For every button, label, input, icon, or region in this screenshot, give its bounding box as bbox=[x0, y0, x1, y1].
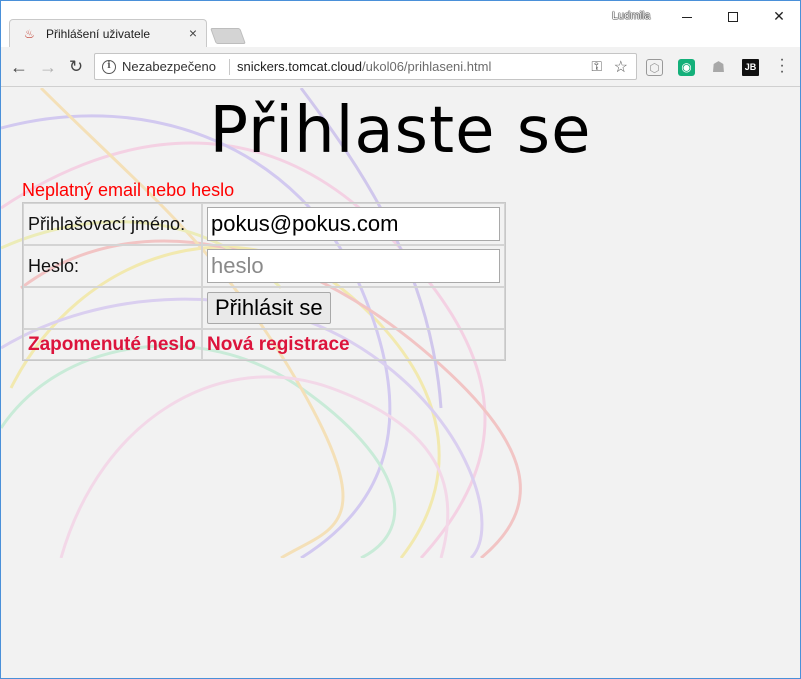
password-label: Heslo: bbox=[23, 245, 202, 287]
profile-user-label[interactable]: Ludmila bbox=[612, 10, 651, 22]
address-bar[interactable]: i Nezabezpečeno snickers.tomcat.cloud/uk… bbox=[94, 53, 637, 80]
extension-box-icon[interactable]: ⬡ bbox=[646, 59, 663, 76]
page-content: Přihlaste se Neplatný email nebo heslo P… bbox=[1, 88, 800, 678]
submit-row: Přihlásit se bbox=[23, 287, 505, 329]
close-window-button[interactable]: ✕ bbox=[756, 1, 800, 31]
tab-close-icon[interactable]: × bbox=[189, 24, 197, 42]
tab-title: Přihlášení uživatele bbox=[46, 27, 151, 41]
login-button[interactable]: Přihlásit se bbox=[207, 292, 331, 324]
back-arrow-icon[interactable]: ← bbox=[8, 56, 30, 78]
browser-window: ♨ Přihlášení uživatele × Ludmila ✕ ← → ↻… bbox=[0, 0, 801, 679]
maximize-button[interactable] bbox=[710, 1, 756, 31]
security-label[interactable]: Nezabezpečeno bbox=[122, 59, 216, 74]
url-host: snickers.tomcat.cloud bbox=[237, 59, 362, 74]
tab-active[interactable]: ♨ Přihlášení uživatele × bbox=[9, 19, 207, 48]
username-row: Přihlašovací jméno: bbox=[23, 203, 505, 245]
extension-jb-icon[interactable]: JB bbox=[742, 59, 759, 76]
username-input[interactable] bbox=[207, 207, 500, 241]
java-favicon-icon: ♨ bbox=[24, 27, 35, 41]
close-icon: ✕ bbox=[773, 8, 785, 24]
register-link[interactable]: Nová registrace bbox=[207, 334, 350, 355]
bookmark-star-icon[interactable]: ☆ bbox=[614, 57, 628, 77]
error-message: Neplatný email nebo heslo bbox=[22, 180, 235, 200]
forward-arrow-icon[interactable]: → bbox=[37, 56, 59, 78]
new-tab-button[interactable] bbox=[210, 28, 246, 44]
url-divider bbox=[229, 59, 230, 75]
browser-menu-icon[interactable]: · · · bbox=[776, 52, 788, 80]
extension-android-icon[interactable]: ☗ bbox=[710, 59, 727, 76]
maximize-icon bbox=[728, 12, 738, 23]
info-icon[interactable]: i bbox=[102, 60, 116, 74]
browser-toolbar: ← → ↻ i Nezabezpečeno snickers.tomcat.cl… bbox=[1, 47, 800, 87]
links-row: Zapomenuté heslo Nová registrace bbox=[23, 329, 505, 360]
minimize-icon bbox=[682, 16, 692, 18]
forgot-password-link[interactable]: Zapomenuté heslo bbox=[28, 334, 196, 355]
tab-strip: ♨ Přihlášení uživatele × Ludmila ✕ bbox=[1, 1, 800, 48]
page-title: Přihlaste se bbox=[209, 94, 592, 168]
reload-icon[interactable]: ↻ bbox=[65, 56, 87, 78]
minimize-button[interactable] bbox=[664, 1, 710, 31]
password-row: Heslo: bbox=[23, 245, 505, 287]
url-text[interactable]: snickers.tomcat.cloud/ukol06/prihlaseni.… bbox=[237, 59, 491, 74]
password-input[interactable] bbox=[207, 249, 500, 283]
extension-eye-icon[interactable]: ◉ bbox=[678, 59, 695, 76]
username-label: Přihlašovací jméno: bbox=[23, 203, 202, 245]
key-icon[interactable]: ⚿ bbox=[591, 58, 602, 75]
login-form-table: Přihlašovací jméno: Heslo: Přihlásit se … bbox=[22, 202, 506, 361]
url-path: /ukol06/prihlaseni.html bbox=[362, 59, 492, 74]
